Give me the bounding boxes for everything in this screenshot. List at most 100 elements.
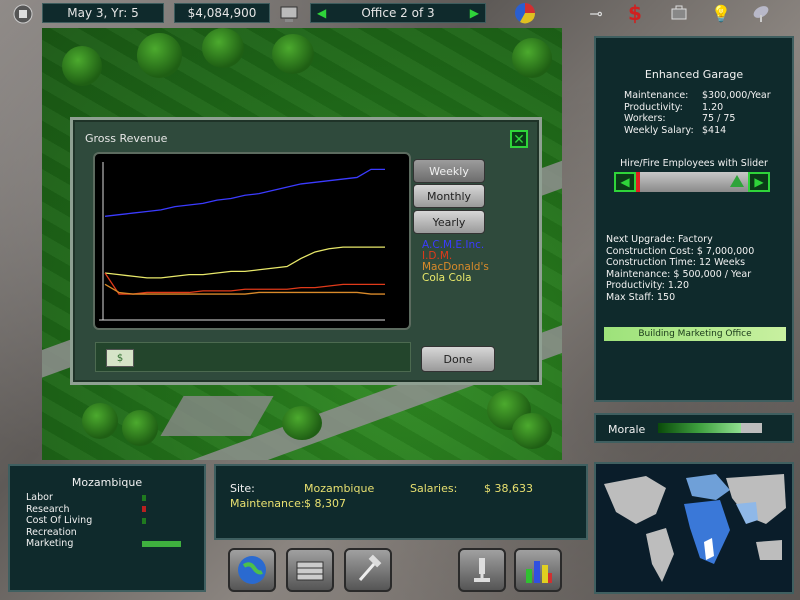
bar-chart-icon[interactable]	[514, 548, 562, 592]
country-stat-row: Research	[26, 504, 196, 516]
country-stat-label: Marketing	[26, 538, 74, 549]
office-label: Office 2 of 3	[361, 6, 435, 20]
salaries-label: Salaries:	[410, 482, 458, 495]
maintenance-label: Maintenance:	[230, 497, 305, 510]
maintenance-value: $ 8,307	[304, 497, 346, 510]
stat-label: Weekly Salary:	[624, 124, 694, 136]
morale-label: Morale	[608, 423, 646, 436]
yearly-button[interactable]: Yearly	[413, 210, 485, 234]
upgrade-line: Next Upgrade: Factory	[606, 234, 713, 245]
slider-left-arrow-icon[interactable]: ◀	[614, 172, 636, 192]
tree	[137, 33, 182, 78]
country-stat-label: Recreation	[26, 526, 77, 538]
upgrade-line: Productivity: 1.20	[606, 280, 689, 291]
next-arrow-icon[interactable]: ▶	[470, 6, 479, 20]
money-bill-icon[interactable]: $	[106, 349, 134, 367]
pie-chart-icon[interactable]	[514, 2, 536, 24]
tree	[282, 406, 322, 440]
tree	[62, 46, 102, 86]
upgrade-line: Maintenance: $ 500,000 / Year	[606, 268, 752, 280]
stat-label: Workers:	[624, 113, 666, 124]
gross-revenue-dialog: Gross Revenue ✕ Weekly Monthly Yearly A.…	[70, 117, 542, 385]
weekly-button[interactable]: Weekly	[413, 159, 485, 183]
computer-icon[interactable]	[278, 3, 300, 25]
series-line-a-c-m-e-inc-	[104, 168, 385, 217]
morale-fill	[658, 423, 742, 433]
close-icon[interactable]: ✕	[510, 130, 528, 148]
tree	[202, 28, 244, 68]
country-name: Mozambique	[71, 476, 143, 489]
morale-bar	[658, 423, 762, 433]
country-stat-bar	[142, 540, 181, 547]
country-stat-bar	[142, 517, 146, 524]
tree	[122, 410, 158, 446]
country-stat-row: Labor	[26, 492, 196, 504]
building-icon[interactable]	[286, 548, 334, 592]
morale-panel: Morale	[594, 413, 794, 443]
office-selector: ◀ Office 2 of 3 ▶	[310, 3, 486, 23]
upgrade-line: Construction Time: 12 Weeks	[606, 257, 746, 268]
country-stat-row: Recreation	[26, 527, 196, 539]
slider-fill	[636, 172, 640, 192]
done-button[interactable]: Done	[421, 346, 495, 372]
site-label: Site:	[230, 482, 255, 495]
tree	[82, 403, 118, 439]
microscope-icon[interactable]	[458, 548, 506, 592]
calendar-icon[interactable]	[12, 3, 34, 25]
monthly-button[interactable]: Monthly	[413, 184, 485, 208]
dialog-title: Gross Revenue	[85, 132, 168, 145]
country-stat-bar	[142, 506, 146, 513]
world-map-svg	[604, 474, 786, 582]
series-line-i-d-m-	[104, 272, 385, 295]
build-status-bar: Building Marketing Office	[604, 327, 786, 341]
stat-label: Maintenance:	[624, 90, 689, 101]
upgrade-line: Construction Cost: $ 7,000,000	[606, 245, 755, 257]
tree	[512, 38, 552, 78]
money-display: $4,084,900	[174, 3, 270, 23]
slider-right-arrow-icon[interactable]: ▶	[748, 172, 770, 192]
building-stats: Maintenance: $300,000/Year Productivity: 1…	[624, 90, 771, 136]
site-info-panel: Site: Mozambique Salaries: $ 38,633 Main…	[214, 464, 588, 540]
revenue-chart	[93, 152, 411, 330]
info-strip: $	[95, 342, 411, 372]
upgrade-line: Max Staff: 150	[606, 291, 676, 303]
globe-icon[interactable]	[228, 548, 276, 592]
country-stat-row: Marketing	[26, 538, 196, 550]
stat-label: Productivity:	[624, 101, 683, 113]
lightbulb-icon[interactable]: 💡	[710, 2, 732, 24]
country-stat-label: Research	[26, 503, 70, 515]
date-display: May 3, Yr: 5	[42, 3, 164, 23]
series-line-cola-cola	[104, 246, 385, 279]
salaries-value: $ 38,633	[484, 482, 533, 495]
hammer-icon[interactable]	[344, 548, 392, 592]
world-map[interactable]	[594, 462, 794, 594]
dollar-icon[interactable]: $	[624, 1, 646, 25]
country-stat-label: Labor	[26, 492, 53, 503]
revenue-chart-svg	[99, 162, 385, 321]
building-info-panel: Enhanced Garage Maintenance: $300,000/Yea…	[594, 36, 794, 402]
tree	[512, 413, 552, 449]
country-panel: Mozambique Labor Research Cost Of Living Re…	[8, 464, 206, 592]
stat-value: $414	[702, 124, 727, 136]
slider-thumb-icon[interactable]	[730, 175, 744, 187]
legend-colacola: Cola Cola	[422, 272, 472, 284]
prev-arrow-icon[interactable]: ◀	[317, 6, 326, 20]
country-stats: Labor Research Cost Of Living Recreation Mar…	[26, 492, 196, 550]
satellite-icon[interactable]	[750, 2, 772, 24]
key-icon[interactable]: ⊸	[585, 2, 607, 24]
building-name: Enhanced Garage	[644, 68, 744, 81]
stat-value: 1.20	[702, 101, 724, 113]
building-lot	[160, 396, 274, 436]
stat-value: 75 / 75	[702, 113, 736, 124]
employee-slider[interactable]	[636, 172, 748, 192]
stat-value: $300,000/Year	[702, 90, 771, 101]
upgrade-info: Next Upgrade: Factory Construction Cost:…	[606, 234, 754, 303]
slider-label: Hire/Fire Employees with Slider	[620, 158, 768, 169]
country-stat-bar	[142, 494, 146, 501]
country-stat-label: Cost Of Living	[26, 515, 93, 526]
briefcase-icon[interactable]	[668, 2, 690, 24]
site-value: Mozambique	[304, 482, 375, 495]
chart-legend: A.C.M.E.Inc. I.D.M. MacDonald's Cola Col…	[422, 240, 489, 284]
country-stat-row: Cost Of Living	[26, 515, 196, 527]
tree	[272, 34, 314, 74]
